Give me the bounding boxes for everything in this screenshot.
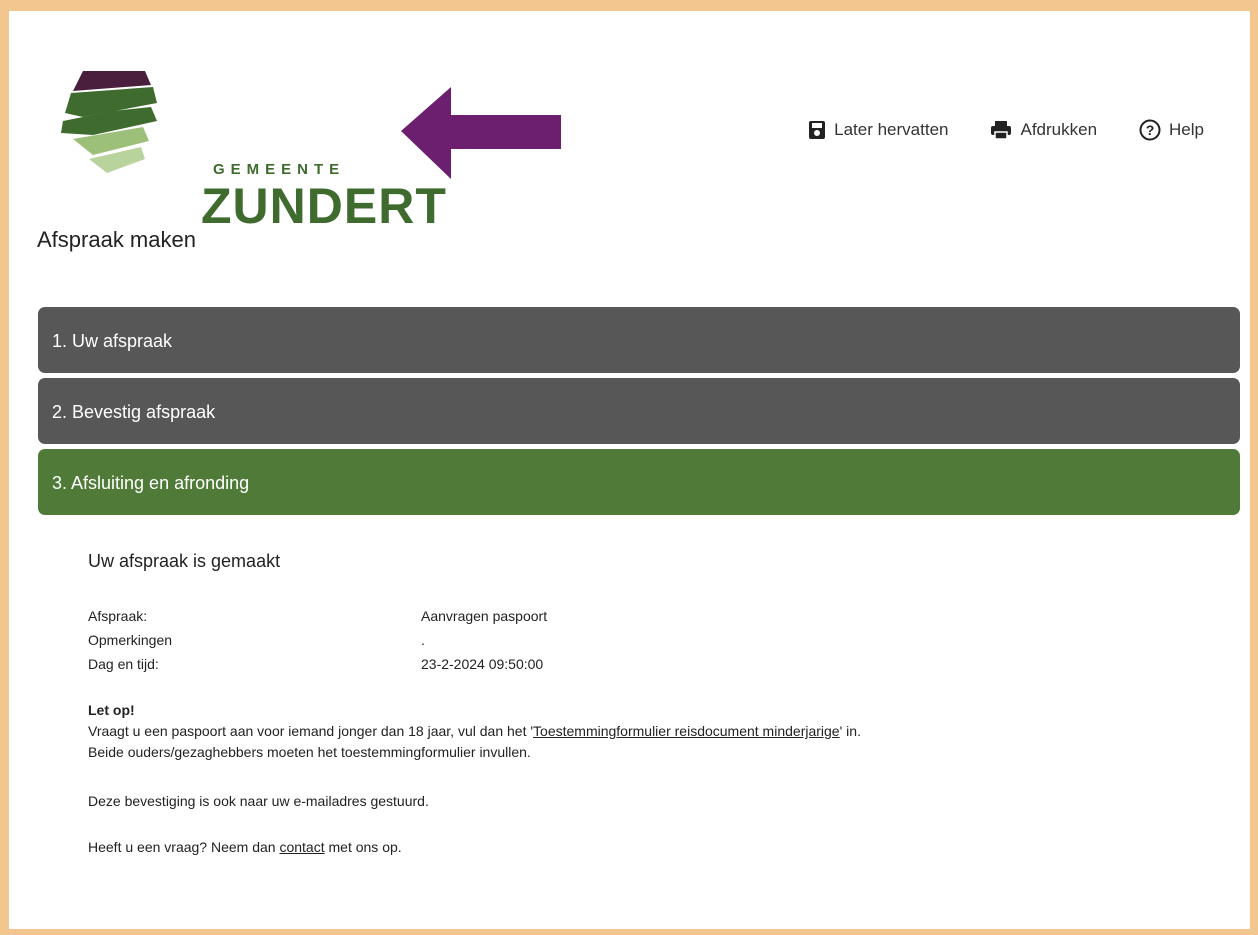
step-bevestig-afspraak[interactable]: 2. Bevestig afspraak [38, 378, 1240, 444]
logo-name: ZUNDERT [201, 178, 447, 234]
confirmation-heading: Uw afspraak is gemaakt [88, 551, 281, 571]
save-icon [809, 121, 826, 139]
notice-line2: Beide ouders/gezaghebbers moeten het toe… [88, 744, 531, 760]
page-title: Afspraak maken [37, 227, 196, 252]
notice-text-after: ' in. [839, 723, 861, 739]
step-afsluiting[interactable]: 3. Afsluiting en afronding [38, 449, 1240, 515]
step-uw-afspraak[interactable]: 1. Uw afspraak [38, 307, 1240, 373]
notice-title: Let op! [88, 702, 135, 718]
question-text-after: met ons op. [324, 839, 402, 855]
page-frame: GEMEENTE ZUNDERT Later hervatten Afdrukk… [9, 11, 1250, 929]
detail-row: Opmerkingen . [88, 628, 1188, 652]
notice-text-before: Vraagt u een paspoort aan voor iemand jo… [88, 723, 534, 739]
detail-label: Dag en tijd: [88, 656, 159, 672]
afdrukken-label: Afdrukken [1020, 120, 1098, 139]
printer-icon [991, 121, 1012, 140]
notice-block: Let op! Vraagt u een paspoort aan voor i… [88, 700, 1188, 763]
contact-link[interactable]: contact [279, 839, 324, 855]
logo-subtitle: GEMEENTE [213, 161, 346, 178]
detail-value: Aanvragen paspoort [421, 608, 548, 624]
email-note: Deze bevestiging is ook naar uw e-mailad… [88, 793, 429, 809]
toestemmingformulier-link[interactable]: Toestemmingformulier reisdocument minder… [533, 723, 840, 739]
gemeente-zundert-logo[interactable]: GEMEENTE ZUNDERT [53, 69, 446, 234]
detail-value: 23-2-2024 09:50:00 [421, 656, 544, 672]
afdrukken-button[interactable]: Afdrukken [990, 120, 1097, 140]
detail-value: . [421, 632, 425, 648]
help-circle-icon: ? [1139, 119, 1161, 141]
help-button[interactable]: ? Help [1139, 119, 1204, 141]
later-hervatten-button[interactable]: Later hervatten [808, 120, 948, 140]
detail-row: Afspraak: Aanvragen paspoort [88, 604, 1188, 628]
logo-emblem-icon [61, 71, 157, 173]
help-label: Help [1169, 120, 1204, 139]
toolbar: Later hervatten Afdrukken ? Help [808, 119, 1204, 141]
question-text-before: Heeft u een vraag? Neem dan [88, 839, 280, 855]
detail-row: Dag en tijd: 23-2-2024 09:50:00 [88, 652, 1188, 676]
confirmation-section: Uw afspraak is gemaakt Afspraak: Aanvrag… [88, 551, 1188, 855]
detail-label: Opmerkingen [88, 632, 173, 648]
svg-text:?: ? [1146, 122, 1155, 138]
question-line: Heeft u een vraag? Neem dan contact met … [88, 839, 1188, 855]
later-hervatten-label: Later hervatten [834, 120, 949, 139]
arrow-left-icon [401, 87, 561, 179]
detail-label: Afspraak: [88, 608, 148, 624]
